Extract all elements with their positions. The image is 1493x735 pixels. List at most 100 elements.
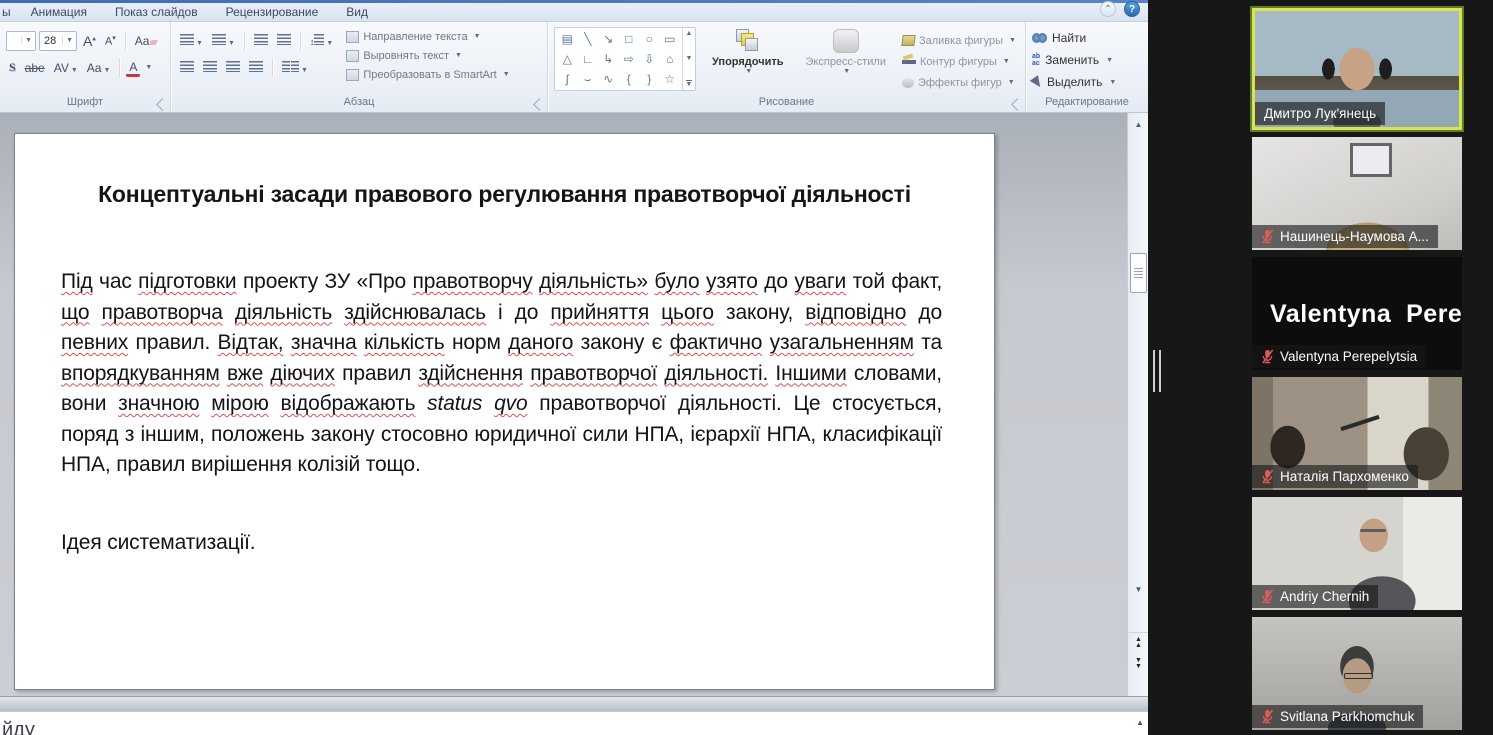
character-spacing-button[interactable]: AV▼ (51, 60, 81, 76)
shape-icon-1[interactable]: ╲ (578, 29, 599, 49)
justify-button[interactable] (246, 60, 266, 76)
vertical-scrollbar[interactable]: ▲ ▼ ▲▲ ▼▼ (1127, 113, 1148, 696)
muted-mic-icon (1261, 349, 1274, 364)
font-color-button[interactable]: A (126, 59, 140, 77)
previous-slide-button[interactable]: ▲▲ (1129, 632, 1148, 652)
shape-icon-7[interactable]: ∟ (578, 49, 599, 69)
increase-indent-button[interactable] (274, 33, 294, 49)
shape-effects-icon (902, 78, 914, 88)
shape-icon-9[interactable]: ⇨ (619, 49, 640, 69)
ribbon-tab-0[interactable]: ы (0, 3, 17, 21)
paragraph-menu-item-2[interactable]: Преобразовать в SmartArt▼ (346, 65, 509, 84)
slide-body-text[interactable]: Під час підготовки проекту ЗУ «Про право… (61, 267, 942, 558)
scroll-up-button[interactable]: ▲ (1129, 117, 1148, 133)
scroll-down-icon[interactable]: ▼ (686, 55, 693, 62)
align-right-button[interactable] (223, 60, 243, 76)
shape-icon-5[interactable]: ▭ (660, 29, 681, 49)
drawing-menu-item-1[interactable]: Контур фигуры▼ (902, 51, 1016, 72)
numbering-button[interactable]: ▼ (209, 33, 238, 49)
editing-item-1[interactable]: abacЗаменить▼ (1032, 49, 1142, 71)
participant-tile-5[interactable]: Svitlana Parkhomchuk (1252, 617, 1462, 730)
more-shapes-icon[interactable]: ▼ (686, 80, 693, 88)
shape-icon-11[interactable]: ⌂ (660, 49, 681, 69)
muted-mic-icon (1261, 229, 1274, 244)
misspelled-word: узято (706, 270, 758, 293)
shapes-gallery-scrollbar[interactable]: ▲ ▼ ▼ (682, 28, 695, 90)
help-button[interactable]: ? (1124, 1, 1140, 17)
shape-format-menu: Заливка фигуры▼Контур фигуры▼Эффекты фиг… (902, 27, 1016, 93)
bullets-button[interactable]: ▼ (177, 33, 206, 49)
word: правил. (136, 331, 211, 354)
paragraph-menu-item-0[interactable]: Направление текста▼ (346, 27, 509, 46)
word: правил (116, 453, 185, 476)
font-size-combo[interactable]: 28 ▼ (39, 31, 77, 51)
slide-canvas[interactable]: Концептуальні засади правового регулюван… (14, 133, 995, 690)
scroll-down-button[interactable]: ▼ (1129, 582, 1148, 598)
ribbon-tab-4[interactable]: Вид (332, 3, 382, 21)
paragraph-menu-item-1[interactable]: Выровнять текст▼ (346, 46, 509, 65)
shape-icon-13[interactable]: ⌣ (578, 69, 599, 89)
drawing-menu-item-0[interactable]: Заливка фигуры▼ (902, 30, 1016, 51)
divider (244, 31, 245, 51)
replace-icon: abac (1032, 53, 1040, 67)
shape-icon-14[interactable]: ∿ (598, 69, 619, 89)
shape-icon-4[interactable]: ○ (639, 29, 660, 49)
participant-tile-2[interactable]: Valentyna Perep...Valentyna Perepelytsia (1252, 257, 1462, 370)
decrease-font-button[interactable]: A▾ (102, 33, 119, 49)
scroll-up-icon[interactable]: ▲ (686, 30, 693, 37)
word: ієрархії (690, 423, 760, 446)
decrease-indent-button[interactable] (251, 33, 271, 49)
participant-name-label: Дмитро Лук'янець (1255, 102, 1385, 125)
shape-icon-3[interactable]: □ (619, 29, 640, 49)
font-dialog-launcher[interactable] (156, 98, 169, 111)
word: вони (61, 392, 106, 415)
notes-pane[interactable]: йду ▲ (0, 711, 1148, 735)
slide-title[interactable]: Концептуальні засади правового регулюван… (65, 176, 945, 213)
drawing-menu-item-2[interactable]: Эффекты фигур▼ (902, 72, 1016, 93)
paragraph-dialog-launcher[interactable] (533, 98, 546, 111)
shape-icon-17[interactable]: ☆ (660, 69, 681, 89)
shape-icon-2[interactable]: ↘ (598, 29, 619, 49)
shape-icon-12[interactable]: ʃ (557, 69, 578, 89)
sidebar-resize-handle[interactable] (1153, 350, 1161, 392)
shape-icon-15[interactable]: { (619, 69, 640, 89)
participant-tile-1[interactable]: Нашинець-Наумова А... (1252, 137, 1462, 250)
change-case-button[interactable]: Aa▼ (84, 60, 114, 76)
participant-tile-4[interactable]: Andriy Chernih (1252, 497, 1462, 610)
misspelled-word: фактично (670, 331, 763, 354)
notes-scroll-up-icon[interactable]: ▲ (1136, 718, 1144, 727)
notes-splitter[interactable] (0, 696, 1148, 711)
shape-icon-0[interactable]: ▤ (557, 29, 578, 49)
participant-name: Svitlana Parkhomchuk (1280, 709, 1414, 724)
increase-font-button[interactable]: A▴ (80, 32, 99, 50)
text-shadow-button[interactable]: S (6, 59, 19, 76)
columns-button[interactable]: ▼ (279, 60, 311, 76)
participant-tile-0[interactable]: Дмитро Лук'янець (1252, 8, 1462, 130)
drawing-dialog-launcher[interactable] (1011, 98, 1024, 111)
strikethrough-button[interactable]: abe (22, 60, 48, 76)
ribbon-tab-1[interactable]: Анимация (17, 3, 101, 21)
next-slide-button[interactable]: ▼▼ (1129, 654, 1148, 674)
shape-icon-16[interactable]: } (639, 69, 660, 89)
editing-item-2[interactable]: Выделить▼ (1032, 71, 1142, 93)
shape-icon-8[interactable]: ↳ (598, 49, 619, 69)
participant-tile-3[interactable]: Наталія Пархоменко (1252, 377, 1462, 490)
menu-item-label: Найти (1052, 31, 1086, 45)
scrollbar-thumb[interactable] (1130, 253, 1147, 293)
ribbon-tab-3[interactable]: Рецензирование (212, 3, 333, 21)
align-center-button[interactable] (200, 60, 220, 76)
ribbon-tab-2[interactable]: Показ слайдов (101, 3, 212, 21)
line-spacing-button[interactable]: ↕▼ (307, 33, 336, 49)
shape-icon-10[interactable]: ⇩ (639, 49, 660, 69)
arrange-button[interactable]: Упорядочить ▼ (706, 27, 790, 75)
clear-formatting-button[interactable]: Aa (132, 33, 161, 49)
font-name-combo[interactable]: ▼ (6, 31, 36, 51)
editing-item-0[interactable]: Найти (1032, 27, 1142, 49)
misspelled-word: підготовки (138, 270, 236, 293)
quick-styles-button[interactable]: Экспресс-стили ▼ (800, 27, 892, 75)
align-left-button[interactable] (177, 60, 197, 76)
divider (272, 58, 273, 78)
collapse-ribbon-button[interactable]: ⌃ (1100, 1, 1116, 17)
word: словами, (854, 362, 942, 385)
shape-icon-6[interactable]: △ (557, 49, 578, 69)
